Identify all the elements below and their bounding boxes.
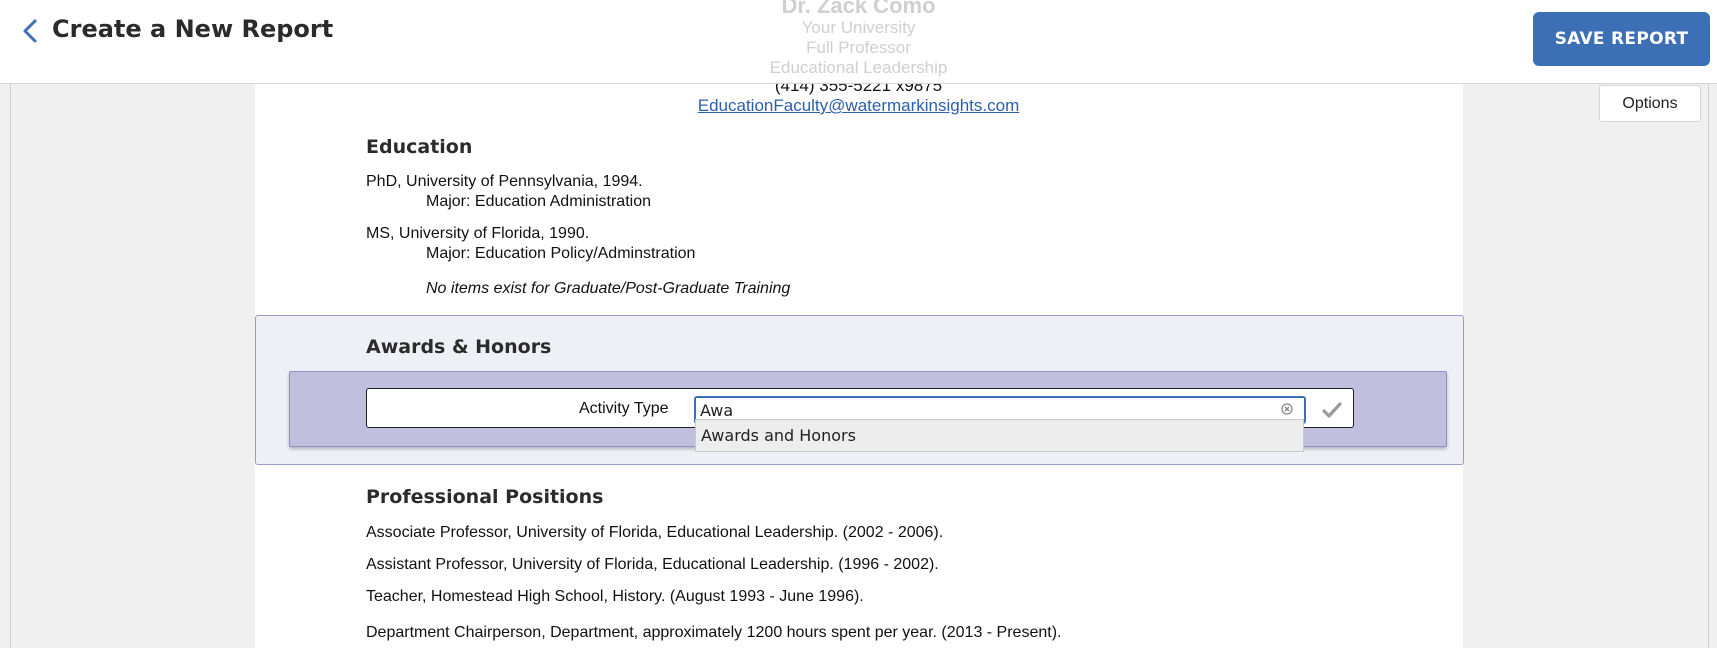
save-report-button[interactable]: SAVE REPORT [1533, 12, 1710, 66]
position-item: Teacher, Homestead High School, History.… [366, 588, 864, 605]
chevron-left-icon [23, 19, 37, 43]
activity-type-label: Activity Type [579, 400, 669, 417]
options-button[interactable]: Options [1599, 85, 1701, 122]
activity-type-suggestions: Awards and Honors [695, 419, 1304, 452]
education-item: MS, University of Florida, 1990. Major: … [366, 224, 695, 264]
education-degree: PhD, University of Pennsylvania, 1994. [366, 173, 643, 190]
suggestion-option[interactable]: Awards and Honors [701, 426, 856, 445]
education-major: Major: Education Policy/Adminstration [426, 245, 696, 262]
position-item: Associate Professor, University of Flori… [366, 524, 944, 541]
education-item: PhD, University of Pennsylvania, 1994. M… [366, 172, 651, 212]
clear-icon[interactable] [1281, 403, 1293, 415]
education-major: Major: Education Administration [426, 193, 651, 210]
education-degree: MS, University of Florida, 1990. [366, 225, 590, 242]
position-item: Department Chairperson, Department, appr… [366, 624, 1062, 641]
checkmark-icon[interactable] [1321, 399, 1343, 421]
back-button[interactable] [18, 14, 42, 48]
cv-email-link[interactable]: EducationFaculty@watermarkinsights.com [0, 96, 1717, 116]
activity-type-input[interactable] [700, 399, 1270, 421]
positions-heading: Professional Positions [366, 486, 604, 508]
education-heading: Education [366, 136, 473, 158]
awards-heading: Awards & Honors [366, 336, 552, 358]
position-item: Assistant Professor, University of Flori… [366, 556, 939, 573]
page-title: Create a New Report [52, 15, 334, 43]
graduate-training-empty-note: No items exist for Graduate/Post-Graduat… [426, 280, 791, 297]
top-bar: Create a New Report SAVE REPORT [0, 0, 1717, 84]
